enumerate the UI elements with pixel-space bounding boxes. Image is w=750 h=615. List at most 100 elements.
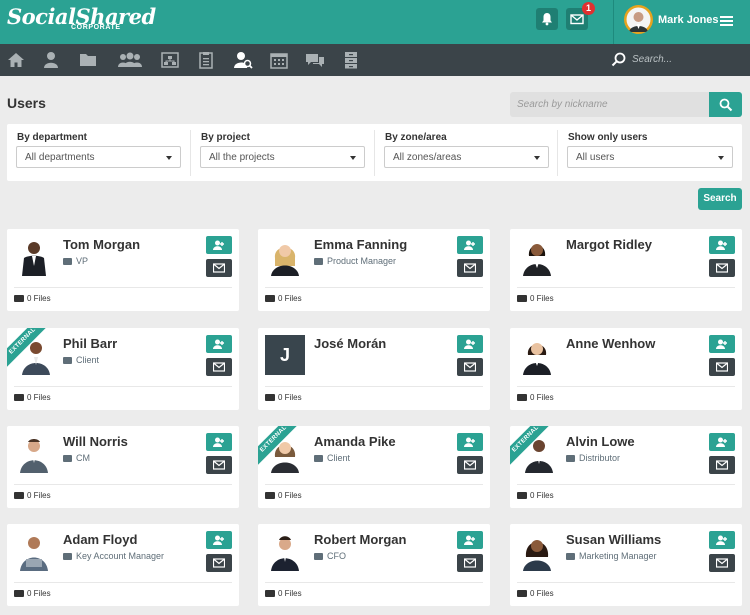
add-contact-button[interactable] [709,236,735,254]
user-files-link[interactable]: 0 Files [517,589,554,598]
user-card[interactable]: J José Morán 0 Files [258,328,490,410]
current-user-avatar[interactable] [624,5,653,34]
user-files-link[interactable]: 0 Files [14,589,51,598]
send-message-button[interactable] [457,259,483,277]
nickname-search-button[interactable] [709,92,742,117]
user-avatar[interactable] [14,236,54,276]
user-card[interactable]: Adam Floyd Key Account Manager 0 Files [7,524,239,606]
add-contact-button[interactable] [457,531,483,549]
user-card[interactable]: Will Norris CM 0 Files [7,426,239,508]
user-name[interactable]: Anne Wenhow [566,336,655,351]
user-avatar[interactable] [517,236,557,276]
send-message-button[interactable] [457,554,483,572]
user-type-select[interactable]: All users [567,146,733,168]
user-card[interactable]: Susan Williams Marketing Manager 0 Files [510,524,742,606]
add-contact-button[interactable] [709,335,735,353]
user-name[interactable]: Phil Barr [63,336,117,351]
user-card[interactable]: Emma Fanning Product Manager 0 Files [258,229,490,311]
nav-search-button[interactable] [611,52,626,72]
send-message-button[interactable] [709,259,735,277]
user-card[interactable]: Tom Morgan VP 0 Files [7,229,239,311]
briefcase-icon [63,553,72,560]
add-contact-button[interactable] [709,433,735,451]
nav-profile[interactable] [41,51,61,69]
user-files-link[interactable]: 0 Files [14,491,51,500]
project-select[interactable]: All the projects [200,146,365,168]
user-avatar[interactable] [265,531,305,571]
nav-files[interactable] [78,51,98,69]
send-message-button[interactable] [457,358,483,376]
user-name[interactable]: Alvin Lowe [566,434,635,449]
add-contact-button[interactable] [457,433,483,451]
user-name[interactable]: Susan Williams [566,532,661,547]
user-name[interactable]: Adam Floyd [63,532,137,547]
send-message-button[interactable] [709,554,735,572]
nav-groups[interactable] [117,51,143,69]
nav-org-chart[interactable] [160,51,180,69]
add-contact-button[interactable] [457,335,483,353]
user-files-link[interactable]: 0 Files [265,294,302,303]
add-contact-button[interactable] [206,531,232,549]
user-files-link[interactable]: 0 Files [14,393,51,402]
user-card[interactable]: EXTERNAL Alvin Lowe Distributor 0 Files [510,426,742,508]
user-card[interactable]: EXTERNAL Phil Barr Client 0 Files [7,328,239,410]
add-contact-button[interactable] [206,335,232,353]
nav-calendar[interactable] [269,51,289,69]
nav-search-input[interactable]: Search... [632,54,672,65]
user-avatar[interactable] [517,531,557,571]
add-contact-button[interactable] [206,236,232,254]
notifications-button[interactable] [536,8,558,30]
nav-user-directory[interactable] [233,51,253,69]
select-value: All the projects [209,152,275,163]
current-user-name[interactable]: Mark Jones [658,14,719,26]
user-files-link[interactable]: 0 Files [265,589,302,598]
user-avatar[interactable] [265,236,305,276]
user-name[interactable]: Will Norris [63,434,128,449]
department-select[interactable]: All departments [16,146,181,168]
user-name[interactable]: Tom Morgan [63,237,140,252]
send-message-button[interactable] [206,554,232,572]
send-message-button[interactable] [206,259,232,277]
user-files-link[interactable]: 0 Files [517,491,554,500]
user-files-link[interactable]: 0 Files [265,491,302,500]
user-files-link[interactable]: 0 Files [265,393,302,402]
user-card[interactable]: Anne Wenhow 0 Files [510,328,742,410]
user-name[interactable]: José Morán [314,336,386,351]
card-divider [14,582,232,583]
user-files-link[interactable]: 0 Files [517,294,554,303]
user-avatar[interactable]: J [265,335,305,375]
search-button[interactable]: Search [698,188,742,210]
menu-button[interactable] [720,14,733,32]
folder-icon [265,394,275,401]
nav-home[interactable] [6,51,26,69]
user-role: Distributor [566,453,620,463]
send-message-button[interactable] [206,358,232,376]
add-user-icon [716,339,727,349]
user-name[interactable]: Amanda Pike [314,434,396,449]
user-files-link[interactable]: 0 Files [14,294,51,303]
user-card[interactable]: Margot Ridley 0 Files [510,229,742,311]
zone-select[interactable]: All zones/areas [384,146,549,168]
add-contact-button[interactable] [206,433,232,451]
user-card[interactable]: EXTERNAL Amanda Pike Client 0 Files [258,426,490,508]
user-avatar[interactable] [14,531,54,571]
user-name[interactable]: Emma Fanning [314,237,407,252]
nickname-search-input[interactable] [510,92,709,117]
user-files-link[interactable]: 0 Files [517,393,554,402]
user-card[interactable]: Robert Morgan CFO 0 Files [258,524,490,606]
send-message-button[interactable] [709,358,735,376]
nav-archive[interactable] [341,51,361,69]
send-message-button[interactable] [206,456,232,474]
files-count: 0 Files [27,589,51,598]
user-avatar[interactable] [517,335,557,375]
send-message-button[interactable] [457,456,483,474]
send-message-button[interactable] [709,456,735,474]
add-contact-button[interactable] [457,236,483,254]
nav-tasks[interactable] [196,51,216,69]
nav-chat[interactable] [305,51,325,69]
add-contact-button[interactable] [709,531,735,549]
user-name[interactable]: Margot Ridley [566,237,652,252]
folder-icon [265,295,275,302]
user-name[interactable]: Robert Morgan [314,532,406,547]
user-avatar[interactable] [14,433,54,473]
